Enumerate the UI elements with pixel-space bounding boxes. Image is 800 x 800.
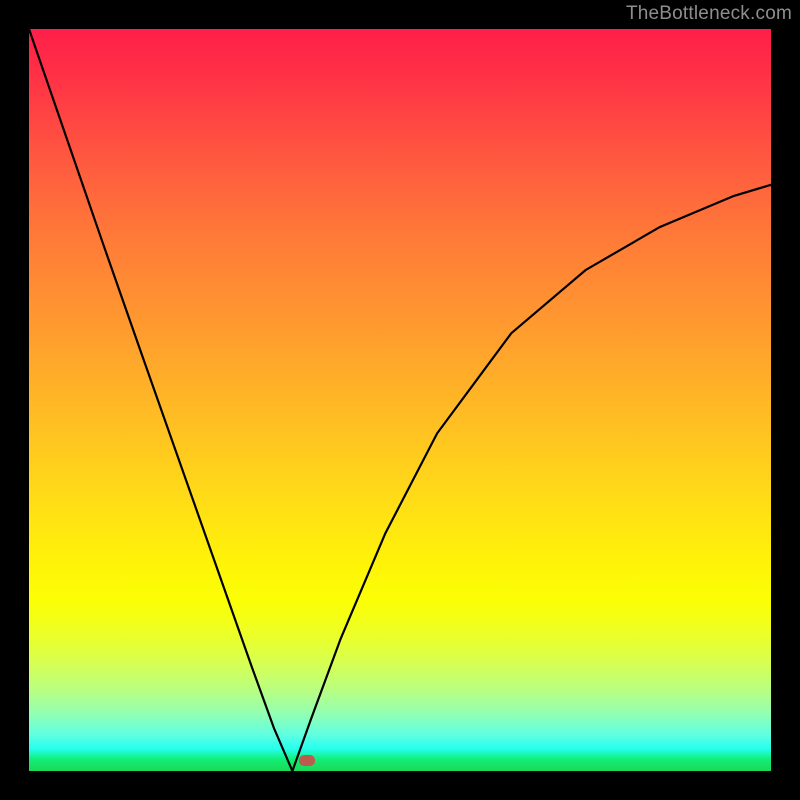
- bottleneck-curve-path: [29, 29, 771, 771]
- bottleneck-marker: [299, 755, 315, 766]
- watermark-text: TheBottleneck.com: [626, 3, 792, 25]
- plot-area: [29, 29, 771, 771]
- curve-svg: [29, 29, 771, 771]
- chart-frame: TheBottleneck.com: [0, 0, 800, 800]
